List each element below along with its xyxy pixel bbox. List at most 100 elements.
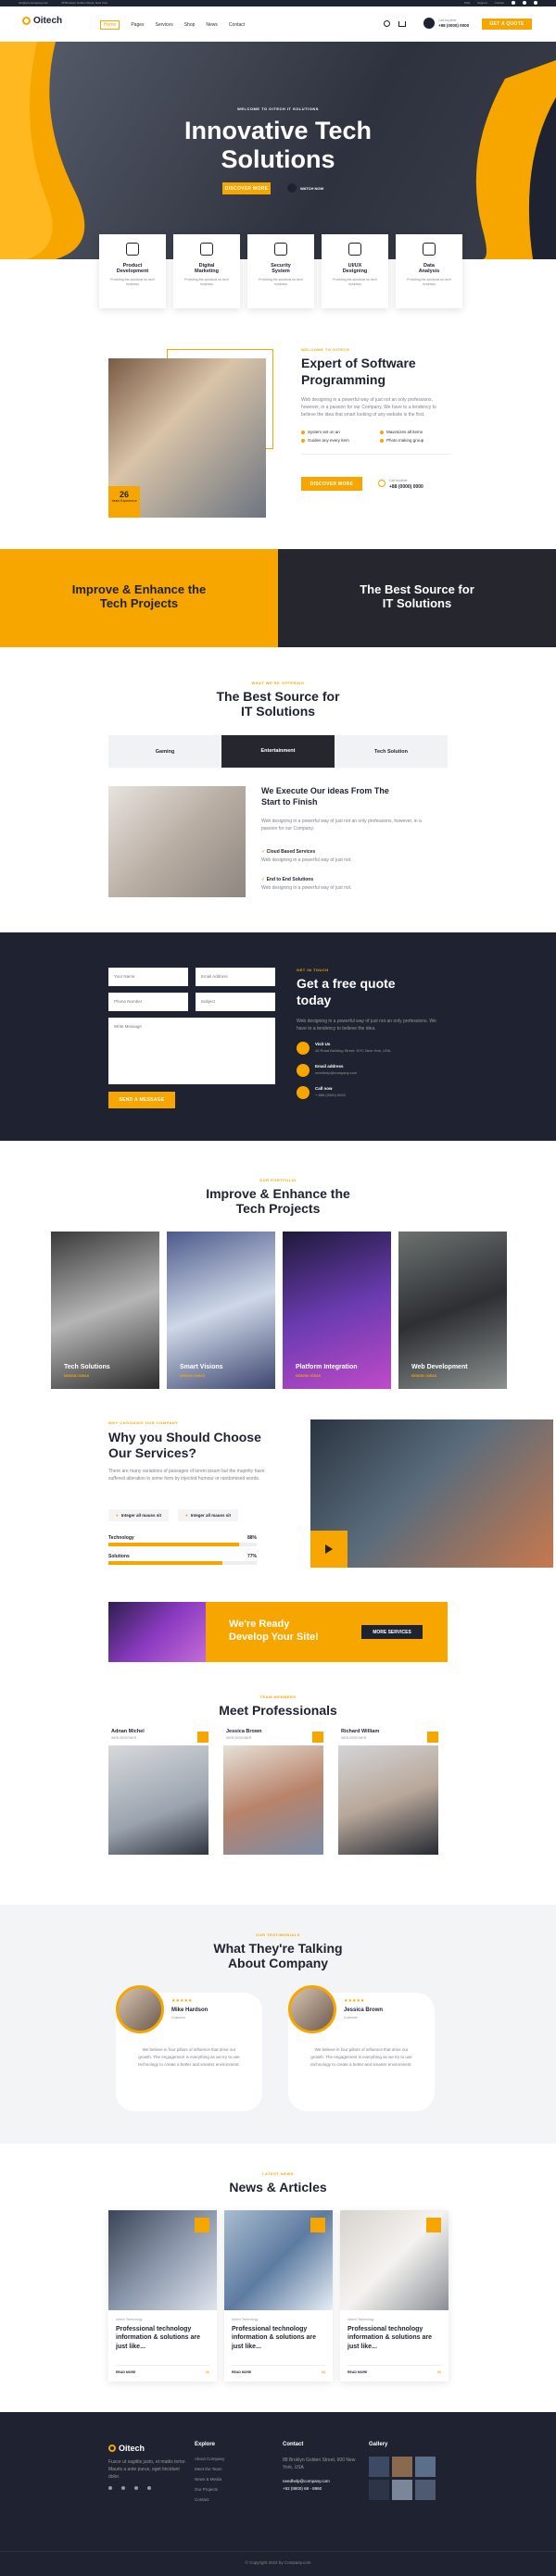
nav-contact[interactable]: Contact	[229, 22, 245, 28]
feature-card[interactable]: Security System Providing the solutions fo…	[247, 234, 314, 308]
quote-section: Your Name Email Address Phone Number Sub…	[0, 932, 556, 1141]
cart-icon[interactable]	[398, 21, 406, 27]
check-label: Maximizes all items	[386, 430, 423, 434]
news-card[interactable]: Admin Technology Professional technology …	[340, 2210, 449, 2382]
topbar-link-contact[interactable]: Contact	[495, 1, 504, 5]
gallery-thumb[interactable]	[415, 2457, 436, 2477]
social-icon[interactable]	[523, 1, 526, 5]
read-more-link[interactable]: READ MORE	[348, 2370, 367, 2374]
message-field[interactable]: Write Message	[108, 1018, 275, 1084]
tab-entertainment[interactable]: Entertainment	[221, 735, 335, 768]
team-card[interactable]: Richard William WEB DESIGNER	[338, 1727, 438, 1861]
avatar	[288, 1985, 336, 2033]
feature-card[interactable]: Product Development Providing the solution…	[99, 234, 166, 308]
feature-card[interactable]: Digital Marketing Providing the solutions …	[173, 234, 240, 308]
feature-card[interactable]: UI/UX Designing Providing the solutions fo…	[322, 234, 388, 308]
contact-value[interactable]: 45 Road Building Street, NYC New York, U…	[315, 1048, 390, 1053]
years-label: Years Experience	[111, 499, 137, 503]
gallery-thumb[interactable]	[392, 2480, 412, 2500]
progress-label: Technology	[108, 1535, 134, 1541]
nav-home[interactable]: Home	[100, 20, 120, 30]
team-card[interactable]: Jessica Brown WEB DESIGNER	[223, 1727, 323, 1861]
gallery-thumb[interactable]	[392, 2457, 412, 2477]
news-card[interactable]: Admin Technology Professional technology …	[224, 2210, 333, 2382]
contact-value[interactable]: + 888 (0000) 0000	[315, 1093, 346, 1097]
footer-link[interactable]: Contact	[195, 2497, 224, 2502]
about-discover-button[interactable]: DISCOVER MORE	[301, 477, 362, 491]
check-icon	[301, 438, 305, 443]
team-card[interactable]: Adnan Michel WEB DESIGNER	[108, 1727, 208, 1861]
topbar-link-faq[interactable]: FAQ	[464, 1, 470, 5]
share-icon[interactable]	[427, 1732, 438, 1743]
facebook-icon[interactable]	[121, 2486, 125, 2490]
about: 26 Years Experience WELCOME TO OITECH Ex…	[0, 343, 556, 528]
logo-icon	[22, 17, 31, 25]
name-field[interactable]: Your Name	[108, 968, 188, 986]
tab-tech-solution[interactable]: Tech Solution	[335, 749, 448, 755]
footer-logo[interactable]: Oitech	[108, 2444, 145, 2453]
project-card[interactable]: Web Development DESIGN / IDEAS	[398, 1232, 507, 1389]
share-icon[interactable]	[312, 1732, 323, 1743]
project-card[interactable]: Platform Integration DESIGN / IDEAS	[283, 1232, 391, 1389]
email-field[interactable]: Email Address	[196, 968, 275, 986]
logo[interactable]: Oitech	[22, 16, 62, 26]
twitter-icon[interactable]	[108, 2486, 112, 2490]
footer-link[interactable]: About Company	[195, 2457, 224, 2461]
tab-gaming[interactable]: Gaming	[108, 749, 221, 755]
news-title[interactable]: Professional technology information & so…	[116, 2325, 209, 2351]
gallery-thumb[interactable]	[369, 2457, 389, 2477]
social-icon[interactable]	[534, 1, 537, 5]
gallery-thumb[interactable]	[369, 2480, 389, 2500]
get-quote-button[interactable]: GET A QUOTE	[482, 19, 532, 30]
nav-shop[interactable]: Shop	[184, 22, 196, 28]
project-card[interactable]: Smart Visions DESIGN / IDEAS	[167, 1232, 275, 1389]
read-more-link[interactable]: READ MORE	[232, 2370, 251, 2374]
projects-title-2: Tech Projects	[235, 1201, 321, 1216]
project-category: DESIGN / IDEAS	[64, 1374, 90, 1378]
project-category: DESIGN / IDEAS	[180, 1374, 206, 1378]
send-message-button[interactable]: SEND A MESSAGE	[108, 1092, 175, 1108]
read-more-link[interactable]: READ MORE	[116, 2370, 135, 2374]
phone-number[interactable]: +88 (0000) 0000	[438, 23, 469, 28]
comment-count: 02	[437, 2370, 441, 2374]
gallery-thumb[interactable]	[415, 2480, 436, 2500]
pinterest-icon[interactable]	[134, 2486, 138, 2490]
footer-link[interactable]: News & Media	[195, 2477, 224, 2482]
play-video-button[interactable]	[310, 1531, 348, 1568]
more-services-button[interactable]: MORE SERVICES	[361, 1625, 423, 1639]
news-title: News & Articles	[229, 2180, 327, 2195]
about-call-number[interactable]: +88 (0000) 0000	[389, 484, 423, 490]
nav-news[interactable]: News	[206, 22, 218, 28]
instagram-icon[interactable]	[147, 2486, 151, 2490]
footer-link[interactable]: Meet the Team	[195, 2467, 224, 2471]
team-tag: TEAM MEMBERS	[259, 1694, 297, 1699]
share-icon[interactable]	[197, 1732, 208, 1743]
quote-tag: GET IN TOUCH	[297, 968, 329, 972]
news-title[interactable]: Professional technology information & so…	[348, 2325, 441, 2351]
footer-email[interactable]: needhelp@company.com	[283, 2479, 330, 2483]
tab-image	[108, 786, 246, 897]
logo-icon	[108, 2445, 116, 2452]
testimonial-role: Customer	[344, 2016, 359, 2020]
topbar-email[interactable]: info@yourcompany.com	[19, 1, 48, 5]
news-card[interactable]: Admin Technology Professional technology …	[108, 2210, 217, 2382]
feature-card[interactable]: Data Analysis Providing the solutions for …	[396, 234, 462, 308]
footer-phone[interactable]: +92 (8800) 68 - 8960	[283, 2486, 322, 2491]
rating-stars: ★★★★★	[344, 1998, 365, 2004]
subject-field[interactable]: Subject	[196, 993, 275, 1011]
news-title[interactable]: Professional technology information & so…	[232, 2325, 325, 2351]
search-icon[interactable]	[384, 20, 390, 27]
contact-value[interactable]: needhelp@company.com	[315, 1070, 357, 1075]
nav-services[interactable]: Services	[156, 22, 173, 28]
social-icon[interactable]	[512, 1, 515, 5]
footer-link[interactable]: Our Projects	[195, 2487, 224, 2492]
watch-label: WATCH NOW	[300, 185, 324, 191]
nav-pages[interactable]: Pages	[131, 22, 144, 28]
project-card[interactable]: Tech Solutions DESIGN / IDEAS	[51, 1232, 159, 1389]
watch-video-button[interactable]: WATCH NOW	[287, 183, 323, 193]
phone-field[interactable]: Phone Number	[108, 993, 188, 1011]
experience-badge: 26 Years Experience	[108, 486, 140, 518]
topbar-link-support[interactable]: Support	[477, 1, 487, 5]
discover-more-button[interactable]: DISCOVER MORE	[222, 182, 271, 194]
news-tag: LATEST NEWS	[262, 2171, 294, 2176]
